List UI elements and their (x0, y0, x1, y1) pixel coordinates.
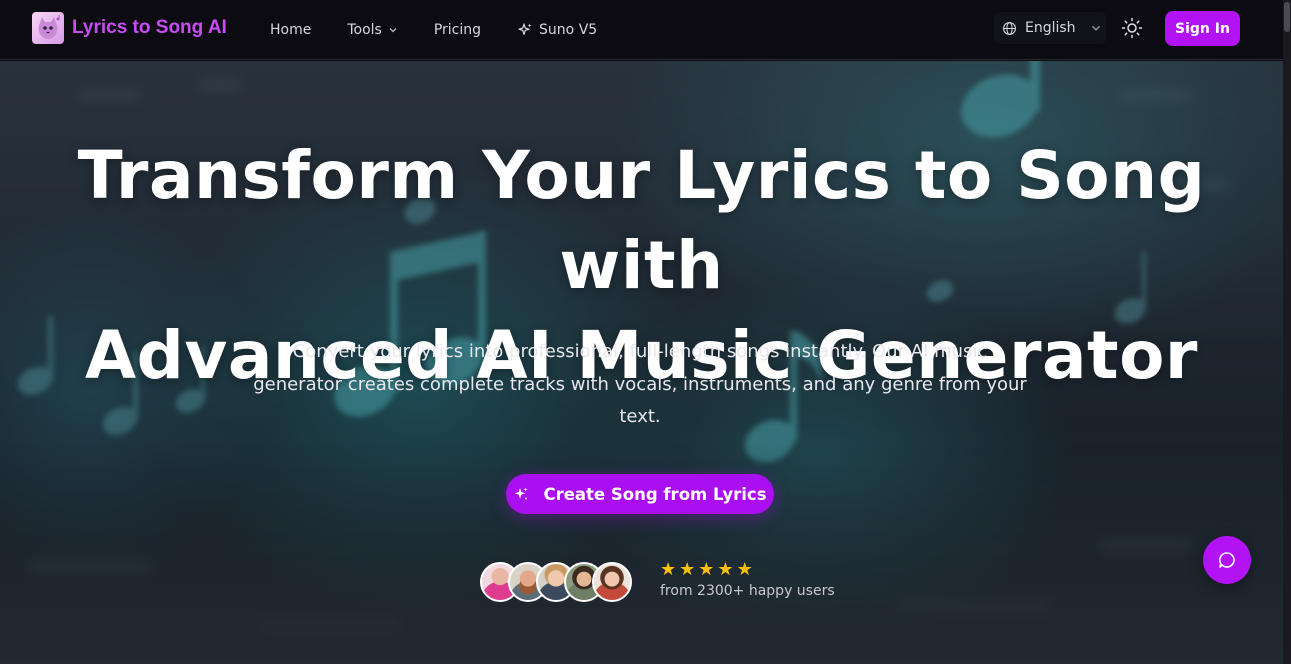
sparkles-icon (518, 23, 532, 35)
nav-tools-label: Tools (347, 22, 382, 38)
hero-subtitle: Convert your lyrics into professional, f… (253, 341, 1027, 427)
top-navbar: Lyrics to Song AI Home Tools Pricing Sun… (0, 0, 1283, 60)
nav-pricing-link[interactable]: Pricing (434, 22, 481, 38)
avatar (592, 562, 632, 602)
create-song-label: Create Song from Lyrics (543, 484, 767, 504)
nav-tools-dropdown[interactable]: Tools (347, 22, 398, 38)
star-icon: ★ (679, 559, 696, 580)
user-avatars (480, 562, 632, 602)
star-icon: ★ (736, 559, 753, 580)
nav-home-link[interactable]: Home (270, 22, 311, 38)
star-icon: ★ (660, 559, 677, 580)
create-song-button[interactable]: Create Song from Lyrics (506, 474, 774, 514)
nav-pricing-label: Pricing (433, 22, 482, 38)
chevron-down-icon (1091, 25, 1100, 31)
chevron-down-icon (389, 28, 397, 33)
theme-toggle-button[interactable] (1120, 16, 1144, 40)
chat-bubble-icon (1219, 552, 1235, 568)
star-icon: ★ (717, 559, 734, 580)
hero-section: Transform Your Lyrics to Song with Advan… (0, 61, 1283, 664)
nav-home-label: Home (270, 22, 312, 38)
sign-in-button[interactable]: Sign In (1165, 11, 1240, 46)
language-label: English (1025, 20, 1076, 36)
social-proof-text: from 2300+ happy users (660, 583, 835, 599)
sparkles-icon (515, 487, 529, 500)
nav-links: Home Tools Pricing Suno V5 (270, 0, 597, 60)
nav-suno-link[interactable]: Suno V5 (517, 22, 597, 38)
globe-icon (1003, 21, 1016, 35)
brand-name: Lyrics to Song AI (72, 17, 227, 38)
sun-icon (1121, 17, 1143, 39)
hero-headline-line1: Transform Your Lyrics to Song with (77, 137, 1206, 304)
brand-link[interactable]: Lyrics to Song AI (32, 12, 227, 44)
star-icon: ★ (698, 559, 715, 580)
chat-support-button[interactable] (1203, 536, 1251, 584)
rating-stars: ★ ★ ★ ★ ★ (660, 561, 753, 579)
scrollbar-thumb[interactable] (1284, 2, 1290, 32)
cat-logo-icon (32, 12, 64, 44)
page-scrollbar[interactable] (1283, 0, 1291, 664)
nav-suno-label: Suno V5 (539, 22, 598, 38)
language-selector[interactable]: English (994, 12, 1106, 44)
